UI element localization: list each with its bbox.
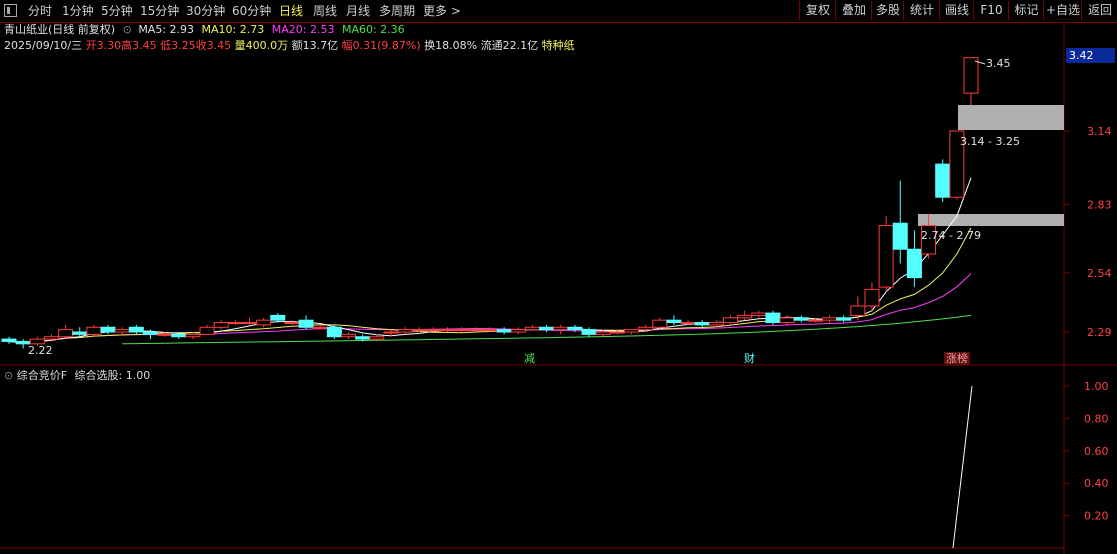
resistance-zone-1	[958, 105, 1064, 130]
candle-body[interactable]	[199, 326, 215, 335]
price-tick-label: 2.54	[1087, 267, 1112, 280]
candle-body[interactable]	[454, 329, 470, 332]
candle-body[interactable]	[256, 319, 272, 326]
candle-body[interactable]	[86, 326, 102, 335]
candle-body[interactable]	[723, 317, 738, 324]
candle-body[interactable]	[341, 333, 357, 338]
candle-body[interactable]	[397, 329, 413, 333]
candle-body[interactable]	[737, 314, 753, 319]
candle-body[interactable]	[567, 326, 583, 331]
candle-body[interactable]	[72, 331, 88, 335]
candle-body[interactable]	[440, 329, 456, 332]
candle-body[interactable]	[242, 322, 257, 325]
candle-body[interactable]	[793, 317, 809, 321]
indicator-line	[952, 385, 973, 549]
ma10-line	[8, 227, 972, 344]
candle-body[interactable]	[142, 331, 158, 335]
candle-body[interactable]	[383, 331, 399, 334]
resistance-zone-2	[918, 214, 1064, 226]
price-tick-label: 2.83	[1087, 198, 1112, 211]
candle-body[interactable]	[609, 331, 625, 334]
candle-body[interactable]	[652, 319, 668, 328]
candle-body[interactable]	[595, 331, 611, 335]
candle-body[interactable]	[510, 329, 526, 333]
candle-body[interactable]	[496, 329, 512, 333]
candle-body[interactable]	[680, 322, 696, 325]
candle-body[interactable]	[369, 336, 385, 340]
candle-body[interactable]	[227, 322, 243, 325]
candle-body[interactable]	[185, 333, 201, 338]
candle-body[interactable]	[425, 329, 441, 332]
indicator-tick-label: 0.40	[1084, 477, 1109, 490]
candle-body[interactable]	[482, 329, 498, 332]
candle-body[interactable]	[892, 222, 908, 250]
candle-body[interactable]	[906, 248, 922, 279]
candle-body[interactable]	[284, 322, 300, 325]
current-price-box: 3.42	[1066, 48, 1115, 63]
zone2-label: 2.74 - 2.79	[921, 229, 981, 242]
candle-body[interactable]	[298, 319, 314, 328]
indicator-tick-label: 0.80	[1084, 412, 1109, 425]
candle-body[interactable]	[270, 314, 286, 321]
candle-body[interactable]	[666, 319, 682, 324]
price-tick-label: 2.29	[1087, 326, 1112, 339]
candle-body[interactable]	[751, 312, 767, 316]
candle-body[interactable]	[468, 329, 484, 332]
candle-body[interactable]	[312, 326, 328, 329]
candle-body[interactable]	[1, 338, 17, 342]
indicator-tick-label: 1.00	[1084, 380, 1109, 393]
price-tick-label: 3.14	[1087, 125, 1112, 138]
candle-body[interactable]	[878, 225, 894, 288]
candle-body[interactable]	[114, 329, 130, 333]
event-marker-reduce[interactable]: 减	[524, 352, 535, 365]
candle-body[interactable]	[171, 333, 187, 338]
candle-body[interactable]	[355, 336, 371, 340]
zone1-label: 3.14 - 3.25	[960, 135, 1020, 148]
candle-body[interactable]	[58, 329, 74, 338]
candle-body[interactable]	[623, 329, 639, 333]
candle-body[interactable]	[157, 333, 173, 336]
indicator-settings-icon[interactable]: ⊙	[4, 369, 13, 382]
candle-body[interactable]	[326, 326, 342, 338]
candle-body[interactable]	[411, 329, 427, 332]
candle-body[interactable]	[638, 326, 654, 331]
event-marker-finance[interactable]: 财	[744, 351, 755, 365]
kline-chart[interactable]: 2.29 2.54 2.83 3.14 0.20 0.40 0.60 0.80 1.00 3.…	[0, 0, 1117, 554]
indicator-name[interactable]: 综合竞价F	[17, 369, 67, 382]
candle-body[interactable]	[128, 326, 144, 333]
event-marker-limit-up[interactable]: 涨榜	[946, 351, 968, 365]
candle-body[interactable]	[807, 319, 823, 322]
candle-body[interactable]	[836, 317, 852, 321]
candle-body[interactable]	[100, 326, 116, 333]
indicator-tick-label: 0.20	[1084, 510, 1109, 523]
candle-body[interactable]	[779, 317, 795, 324]
candle-body[interactable]	[765, 312, 781, 324]
indicator-header: ⊙ 综合竞价F 综合选股: 1.00	[4, 367, 150, 383]
candle-body[interactable]	[963, 57, 979, 94]
candle-body[interactable]	[43, 336, 59, 340]
indicator-tick-label: 0.60	[1084, 445, 1109, 458]
candle-body[interactable]	[524, 326, 540, 331]
candle-body[interactable]	[213, 322, 229, 328]
high-price-label: 3.45	[986, 57, 1011, 70]
candle-body[interactable]	[708, 322, 724, 326]
candle-body[interactable]	[864, 288, 880, 307]
indicator-value: 综合选股: 1.00	[74, 369, 151, 382]
low-price-label: 2.22	[28, 344, 53, 357]
candle-body[interactable]	[935, 163, 951, 198]
candle-body[interactable]	[553, 326, 569, 331]
candle-body[interactable]	[581, 329, 597, 335]
candle-body[interactable]	[850, 305, 866, 316]
candle-body[interactable]	[539, 326, 555, 331]
candle-body[interactable]	[822, 317, 838, 321]
candle-body[interactable]	[694, 322, 710, 326]
